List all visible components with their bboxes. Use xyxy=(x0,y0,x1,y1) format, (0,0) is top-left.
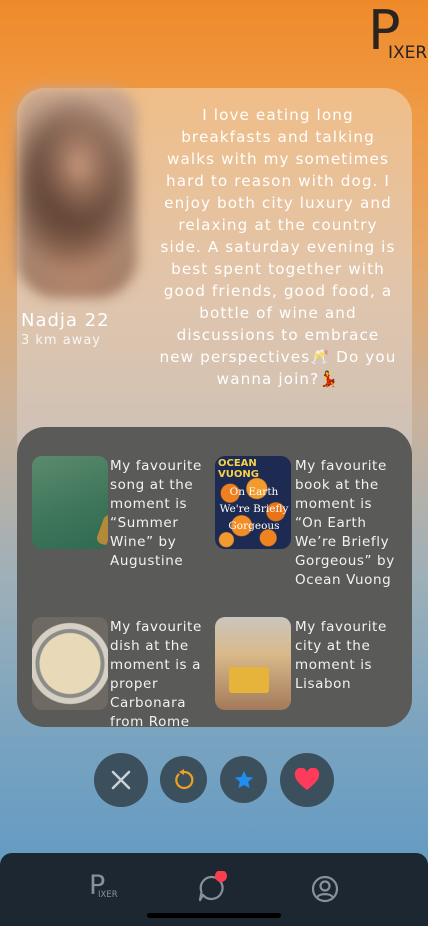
home-logo-icon: P IXER xyxy=(86,871,122,907)
pasta-dish-image xyxy=(32,617,108,710)
profile-name: Nadja 22 xyxy=(21,310,110,331)
profile-icon xyxy=(311,875,339,903)
profile-distance: 3 km away xyxy=(21,333,101,348)
super-like-button[interactable] xyxy=(220,756,267,803)
heart-icon xyxy=(294,768,320,790)
chat-badge xyxy=(215,870,227,882)
favourites-card: My favourite song at the moment is “Summ… xyxy=(17,427,412,730)
profile-photo[interactable] xyxy=(17,88,137,298)
favourite-city-text: My favourite city at the moment is Lisab… xyxy=(295,619,387,692)
album-cover-image xyxy=(32,456,108,549)
lisbon-tram-image xyxy=(215,617,291,710)
book-cover-author: OCEAN VUONG xyxy=(218,458,259,480)
favourite-book-text: My favourite book at the moment is “On E… xyxy=(295,458,395,588)
favourite-dish-text: My favourite dish at the moment is a pro… xyxy=(110,619,202,730)
tab-chat[interactable] xyxy=(194,870,230,907)
dislike-button[interactable] xyxy=(94,753,148,807)
action-bar xyxy=(0,752,428,808)
pixer-logo: P IXER xyxy=(368,4,427,64)
logo-rest: IXER xyxy=(388,43,428,63)
tab-profile[interactable] xyxy=(307,871,343,907)
star-icon xyxy=(234,770,253,788)
rewind-button[interactable] xyxy=(160,756,207,803)
close-icon xyxy=(111,770,131,790)
tab-home[interactable]: P IXER xyxy=(86,871,122,907)
book-cover-title: On Earth We're Briefly Gorgeous xyxy=(219,486,289,532)
favourite-song-text: My favourite song at the moment is “Summ… xyxy=(110,458,202,569)
tab-logo-rest: IXER xyxy=(98,890,118,900)
profile-bio: I love eating long breakfasts and talkin… xyxy=(159,106,397,388)
rewind-icon xyxy=(174,768,193,789)
chat-icon xyxy=(198,870,227,902)
like-button[interactable] xyxy=(280,753,334,807)
home-indicator[interactable] xyxy=(147,913,281,918)
profile-card[interactable]: Nadja 22 3 km away I love eating long br… xyxy=(17,88,412,468)
book-cover-image: OCEAN VUONG On Earth We're Briefly Gorge… xyxy=(215,456,291,549)
